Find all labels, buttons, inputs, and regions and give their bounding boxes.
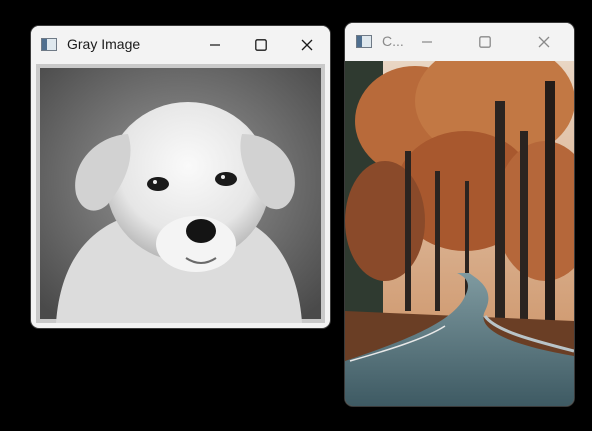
grayscale-puppy-photo	[36, 64, 325, 323]
close-button[interactable]	[284, 26, 330, 64]
app-window-icon	[356, 35, 372, 48]
maximize-icon	[255, 39, 267, 51]
title-bar[interactable]: C...	[345, 23, 574, 61]
color-image-window[interactable]: C...	[345, 23, 574, 406]
app-window-icon	[41, 38, 57, 51]
image-canvas[interactable]	[36, 64, 325, 323]
autumn-forest-road-photo	[345, 61, 574, 406]
maximize-button[interactable]	[462, 23, 508, 61]
window-title: C...	[382, 33, 404, 49]
minimize-icon	[210, 44, 220, 46]
image-canvas[interactable]	[345, 61, 574, 406]
minimize-button[interactable]	[404, 23, 450, 61]
window-title: Gray Image	[67, 36, 141, 52]
close-icon	[301, 39, 313, 51]
maximize-icon	[479, 36, 491, 48]
minimize-icon	[422, 41, 432, 43]
title-bar[interactable]: Gray Image	[31, 26, 330, 64]
close-button[interactable]	[521, 23, 567, 61]
close-icon	[538, 36, 550, 48]
maximize-button[interactable]	[238, 26, 284, 64]
minimize-button[interactable]	[192, 26, 238, 64]
gray-image-window[interactable]: Gray Image	[31, 26, 330, 328]
